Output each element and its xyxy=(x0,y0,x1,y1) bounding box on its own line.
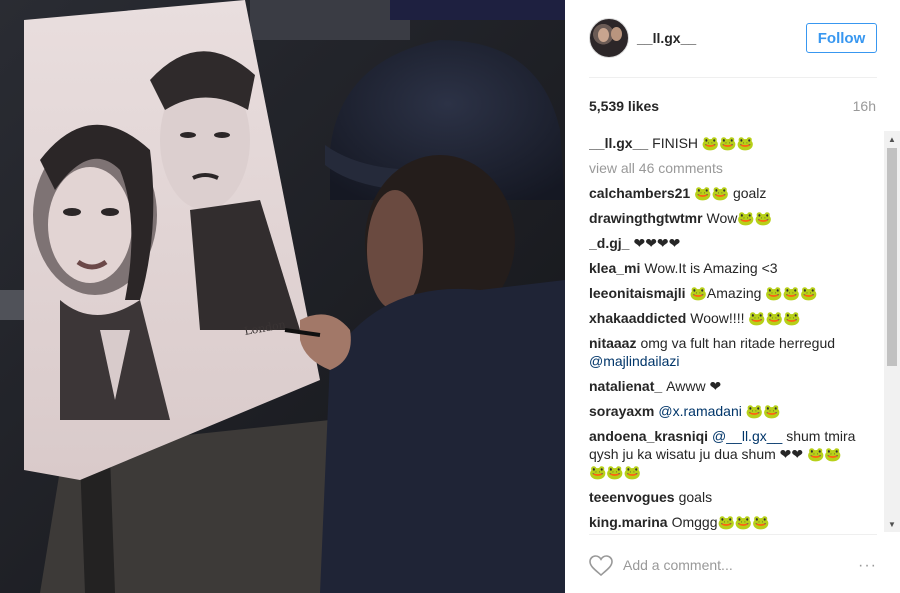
comment-text: ❤❤❤❤ xyxy=(633,235,681,251)
comment-text: Woow!!!! 🐸🐸🐸 xyxy=(690,310,801,326)
comment-mention[interactable]: @__ll.gx__ xyxy=(712,428,782,444)
avatar[interactable] xyxy=(589,18,629,58)
comment-item: klea_mi Wow.It is Amazing <3 xyxy=(589,259,859,277)
ellipsis-icon[interactable]: ··· xyxy=(858,557,877,575)
caption: __ll.gx__ FINISH 🐸🐸🐸 xyxy=(589,134,859,152)
comment-item: king.marina Omggg🐸🐸🐸 xyxy=(589,513,859,531)
comment-mention[interactable]: @majlindailazi xyxy=(589,353,679,369)
post-sidebar: __ll.gx__ Follow 5,539 likes 16h __ll.gx… xyxy=(565,0,900,593)
comment-text: omg va fult han ritade herregud xyxy=(640,335,836,351)
comment-item: nitaaaz omg va fult han ritade herregud @… xyxy=(589,334,859,370)
scroll-down-icon[interactable]: ▼ xyxy=(884,516,900,532)
comment-item: sorayaxm @x.ramadani 🐸🐸 xyxy=(589,402,859,420)
comment-item: calchambers21 🐸🐸 goalz xyxy=(589,184,859,202)
photo-illustration: London xyxy=(0,0,565,593)
add-comment-bar: Add a comment... ··· xyxy=(589,534,877,593)
heart-outline-icon[interactable] xyxy=(589,555,613,577)
view-all-comments-link[interactable]: view all 46 comments xyxy=(589,159,859,177)
comment-item: xhakaaddicted Woow!!!! 🐸🐸🐸 xyxy=(589,309,859,327)
comment-item: leeonitaismajli 🐸Amazing 🐸🐸🐸 xyxy=(589,284,859,302)
post-photo[interactable]: London xyxy=(0,0,565,593)
comment-user[interactable]: _d.gj_ xyxy=(589,235,629,251)
comment-user[interactable]: xhakaaddicted xyxy=(589,310,686,326)
comment-text: 🐸🐸 goalz xyxy=(694,185,767,201)
comment-text: Omggg🐸🐸🐸 xyxy=(671,514,770,530)
comment-user[interactable]: klea_mi xyxy=(589,260,640,276)
comment-text: 🐸Amazing 🐸🐸🐸 xyxy=(689,285,818,301)
post-time[interactable]: 16h xyxy=(853,98,876,114)
comment-mention[interactable]: @x.ramadani xyxy=(658,403,741,419)
comment-text: goals xyxy=(678,489,713,505)
comment-item: teeenvogues goals xyxy=(589,488,859,506)
comment-user[interactable]: sorayaxm xyxy=(589,403,654,419)
follow-button[interactable]: Follow xyxy=(806,23,877,53)
comment-item: natalienat_ Awww ❤ xyxy=(589,377,859,395)
comment-user[interactable]: andoena_krasniqi xyxy=(589,428,708,444)
comments-scrollbar[interactable]: ▲ ▼ xyxy=(884,131,900,532)
scroll-thumb[interactable] xyxy=(887,148,897,366)
comment-user[interactable]: natalienat_ xyxy=(589,378,662,394)
comment-item: andoena_krasniqi @__ll.gx__ shum tmira qy… xyxy=(589,427,859,481)
comments-list: __ll.gx__ FINISH 🐸🐸🐸 view all 46 comments… xyxy=(589,134,885,531)
post-header: __ll.gx__ Follow xyxy=(589,18,877,78)
scroll-up-icon[interactable]: ▲ xyxy=(884,131,900,147)
comment-user[interactable]: leeonitaismajli xyxy=(589,285,685,301)
caption-text: FINISH 🐸🐸🐸 xyxy=(652,135,755,151)
comment-text: Awww ❤ xyxy=(666,378,722,394)
comment-item: _d.gj_ ❤❤❤❤ xyxy=(589,234,859,252)
comment-user[interactable]: king.marina xyxy=(589,514,668,530)
comment-text: 🐸🐸 xyxy=(741,403,781,419)
comment-user[interactable]: nitaaaz xyxy=(589,335,636,351)
add-comment-input[interactable]: Add a comment... xyxy=(623,557,733,573)
username-link[interactable]: __ll.gx__ xyxy=(637,30,696,46)
comment-user[interactable]: drawingthgtwtmr xyxy=(589,210,703,226)
comment-text: Wow.It is Amazing <3 xyxy=(644,260,778,276)
comment-user[interactable]: teeenvogues xyxy=(589,489,675,505)
caption-user[interactable]: __ll.gx__ xyxy=(589,135,648,151)
likes-count[interactable]: 5,539 likes xyxy=(589,98,659,114)
comment-item: drawingthgtwtmr Wow🐸🐸 xyxy=(589,209,859,227)
comment-text: Wow🐸🐸 xyxy=(706,210,773,226)
comment-user[interactable]: calchambers21 xyxy=(589,185,690,201)
